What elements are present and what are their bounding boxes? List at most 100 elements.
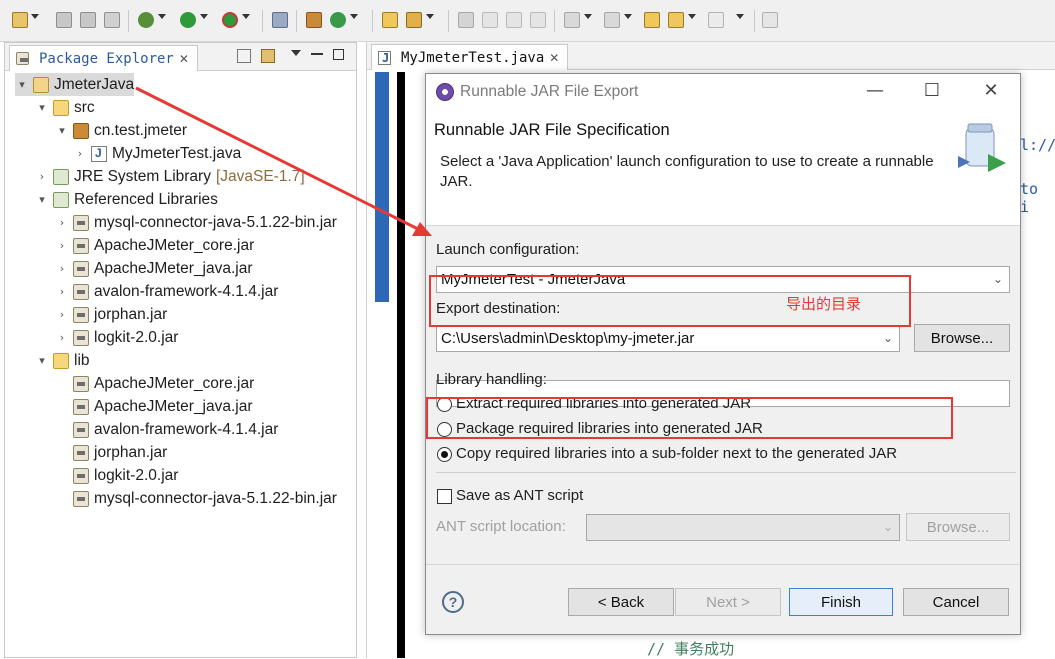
back-dropdown-arrow[interactable]: [688, 14, 696, 19]
jar-file-icon: [73, 444, 89, 461]
tree-item-jar-file[interactable]: jorphan.jar: [73, 441, 167, 464]
new-package-icon[interactable]: [306, 12, 322, 28]
collapsed-chevron-icon[interactable]: ›: [55, 262, 69, 275]
debug-dropdown-arrow[interactable]: [158, 14, 166, 19]
tree-item-jar-file[interactable]: avalon-framework-4.1.4.jar: [73, 418, 278, 441]
collapsed-chevron-icon[interactable]: ›: [35, 170, 49, 183]
tree-item-package[interactable]: ▾ cn.test.jmeter: [55, 119, 187, 142]
external-tools-icon[interactable]: [222, 12, 238, 28]
code-fragment: to i: [1020, 180, 1039, 216]
tree-item-jar[interactable]: › ApacheJMeter_core.jar: [55, 234, 254, 257]
save-ant-label[interactable]: Save as ANT script: [456, 487, 583, 504]
last-edit-location-icon[interactable]: [644, 12, 660, 28]
tree-item-project[interactable]: ▾ JmeterJava: [15, 73, 135, 96]
finish-button[interactable]: Finish: [789, 588, 893, 616]
forward-dropdown-arrow[interactable]: [736, 14, 744, 19]
run-icon[interactable]: [180, 12, 196, 28]
expanded-chevron-icon[interactable]: ▾: [35, 354, 49, 367]
tree-item-jar-file[interactable]: mysql-connector-java-5.1.22-bin.jar: [73, 487, 337, 510]
tree-item-jar[interactable]: › logkit-2.0.jar: [55, 326, 178, 349]
new-dropdown-arrow[interactable]: [31, 14, 39, 19]
new-class-icon[interactable]: [330, 12, 346, 28]
close-icon[interactable]: ✕: [179, 52, 189, 66]
collapsed-chevron-icon[interactable]: ›: [55, 239, 69, 252]
tree-item-jar-file[interactable]: ApacheJMeter_core.jar: [73, 372, 254, 395]
collapsed-chevron-icon[interactable]: ›: [73, 147, 87, 160]
previous-annotation-dropdown-arrow[interactable]: [624, 14, 632, 19]
next-annotation-icon[interactable]: [564, 12, 580, 28]
open-task-icon[interactable]: [406, 12, 422, 28]
pin-icon[interactable]: [458, 12, 474, 28]
open-task-dropdown-arrow[interactable]: [426, 14, 434, 19]
expanded-chevron-icon[interactable]: ▾: [15, 78, 29, 91]
tree-item-java-file[interactable]: › MyJmeterTest.java: [73, 142, 241, 165]
copy-libraries-label[interactable]: Copy required libraries into a sub-folde…: [456, 445, 897, 462]
ant-browse-button[interactable]: Browse...: [906, 513, 1010, 541]
print-icon[interactable]: [104, 12, 120, 28]
show-whitespace-icon[interactable]: [530, 12, 546, 28]
divider: [436, 472, 1016, 473]
new-class-dropdown-arrow[interactable]: [350, 14, 358, 19]
help-icon[interactable]: ?: [442, 591, 464, 613]
browse-button[interactable]: Browse...: [914, 324, 1010, 352]
back-button[interactable]: < Back: [568, 588, 674, 616]
collapsed-chevron-icon[interactable]: ›: [55, 331, 69, 344]
collapsed-chevron-icon[interactable]: ›: [55, 216, 69, 229]
tree-item-label: lib: [74, 351, 90, 369]
open-type-icon[interactable]: [382, 12, 398, 28]
back-icon[interactable]: [668, 12, 684, 28]
tree-item-lib-folder[interactable]: ▾ lib: [35, 349, 90, 372]
next-annotation-dropdown-arrow[interactable]: [584, 14, 592, 19]
new-icon[interactable]: [12, 12, 28, 28]
expanded-chevron-icon[interactable]: ▾: [35, 193, 49, 206]
collapsed-chevron-icon[interactable]: ›: [55, 308, 69, 321]
run-dropdown-arrow[interactable]: [200, 14, 208, 19]
previous-annotation-icon[interactable]: [604, 12, 620, 28]
tree-item-referenced-libraries[interactable]: ▾ Referenced Libraries: [35, 188, 218, 211]
overview-ruler[interactable]: [375, 72, 389, 302]
source-folder-icon: [53, 99, 69, 116]
tree-item-jar[interactable]: › jorphan.jar: [55, 303, 167, 326]
tree-item-jar-file[interactable]: logkit-2.0.jar: [73, 464, 178, 487]
close-button[interactable]: ✕: [980, 80, 1002, 102]
tree-item-label: MyJmeterTest.java: [112, 144, 242, 162]
tree-item-jar-file[interactable]: ApacheJMeter_java.jar: [73, 395, 253, 418]
next-button[interactable]: Next >: [675, 588, 781, 616]
expanded-chevron-icon[interactable]: ▾: [35, 101, 49, 114]
tree-item-jar[interactable]: › avalon-framework-4.1.4.jar: [55, 280, 278, 303]
tree-item-jre[interactable]: › JRE System Library [JavaSE-1.7]: [35, 165, 305, 188]
save-all-icon[interactable]: [80, 12, 96, 28]
mark-occurrences-icon[interactable]: [482, 12, 498, 28]
copy-libraries-radio[interactable]: [437, 447, 452, 462]
toolbar-separator: [554, 10, 555, 32]
tree-item-jar[interactable]: › ApacheJMeter_java.jar: [55, 257, 253, 280]
tree-item-label: avalon-framework-4.1.4.jar: [94, 282, 279, 300]
save-ant-checkbox[interactable]: [437, 489, 452, 504]
launch-config-label: Launch configuration:: [436, 241, 580, 258]
forward-icon[interactable]: [708, 12, 724, 28]
expanded-chevron-icon[interactable]: ▾: [55, 124, 69, 137]
tree-item-src[interactable]: ▾ src: [35, 96, 95, 119]
view-menu-icon[interactable]: [291, 50, 301, 56]
tab-package-explorer[interactable]: Package Explorer ✕: [9, 45, 198, 71]
maximize-icon[interactable]: [333, 49, 344, 60]
tree-item-label: ApacheJMeter_core.jar: [94, 236, 255, 254]
close-icon[interactable]: ✕: [549, 51, 559, 65]
block-selection-icon[interactable]: [506, 12, 522, 28]
pin-editor-icon[interactable]: [762, 12, 778, 28]
debug-icon[interactable]: [138, 12, 154, 28]
minimize-icon[interactable]: [311, 53, 323, 55]
link-with-editor-icon[interactable]: [261, 49, 275, 63]
export-destination-field[interactable]: C:\Users\admin\Desktop\my-jmeter.jar ⌄: [436, 325, 900, 352]
tree-item-jar[interactable]: › mysql-connector-java-5.1.22-bin.jar: [55, 211, 337, 234]
collapse-all-icon[interactable]: [237, 49, 251, 63]
skip-breakpoints-icon[interactable]: [272, 12, 288, 28]
collapsed-chevron-icon[interactable]: ›: [55, 285, 69, 298]
cancel-button[interactable]: Cancel: [903, 588, 1009, 616]
ant-location-label: ANT script location:: [436, 518, 566, 535]
tab-myjmetertest-java[interactable]: MyJmeterTest.java ✕: [371, 44, 569, 70]
minimize-button[interactable]: —: [864, 80, 886, 102]
maximize-button[interactable]: ☐: [921, 80, 943, 102]
external-tools-dropdown-arrow[interactable]: [242, 14, 250, 19]
save-icon[interactable]: [56, 12, 72, 28]
